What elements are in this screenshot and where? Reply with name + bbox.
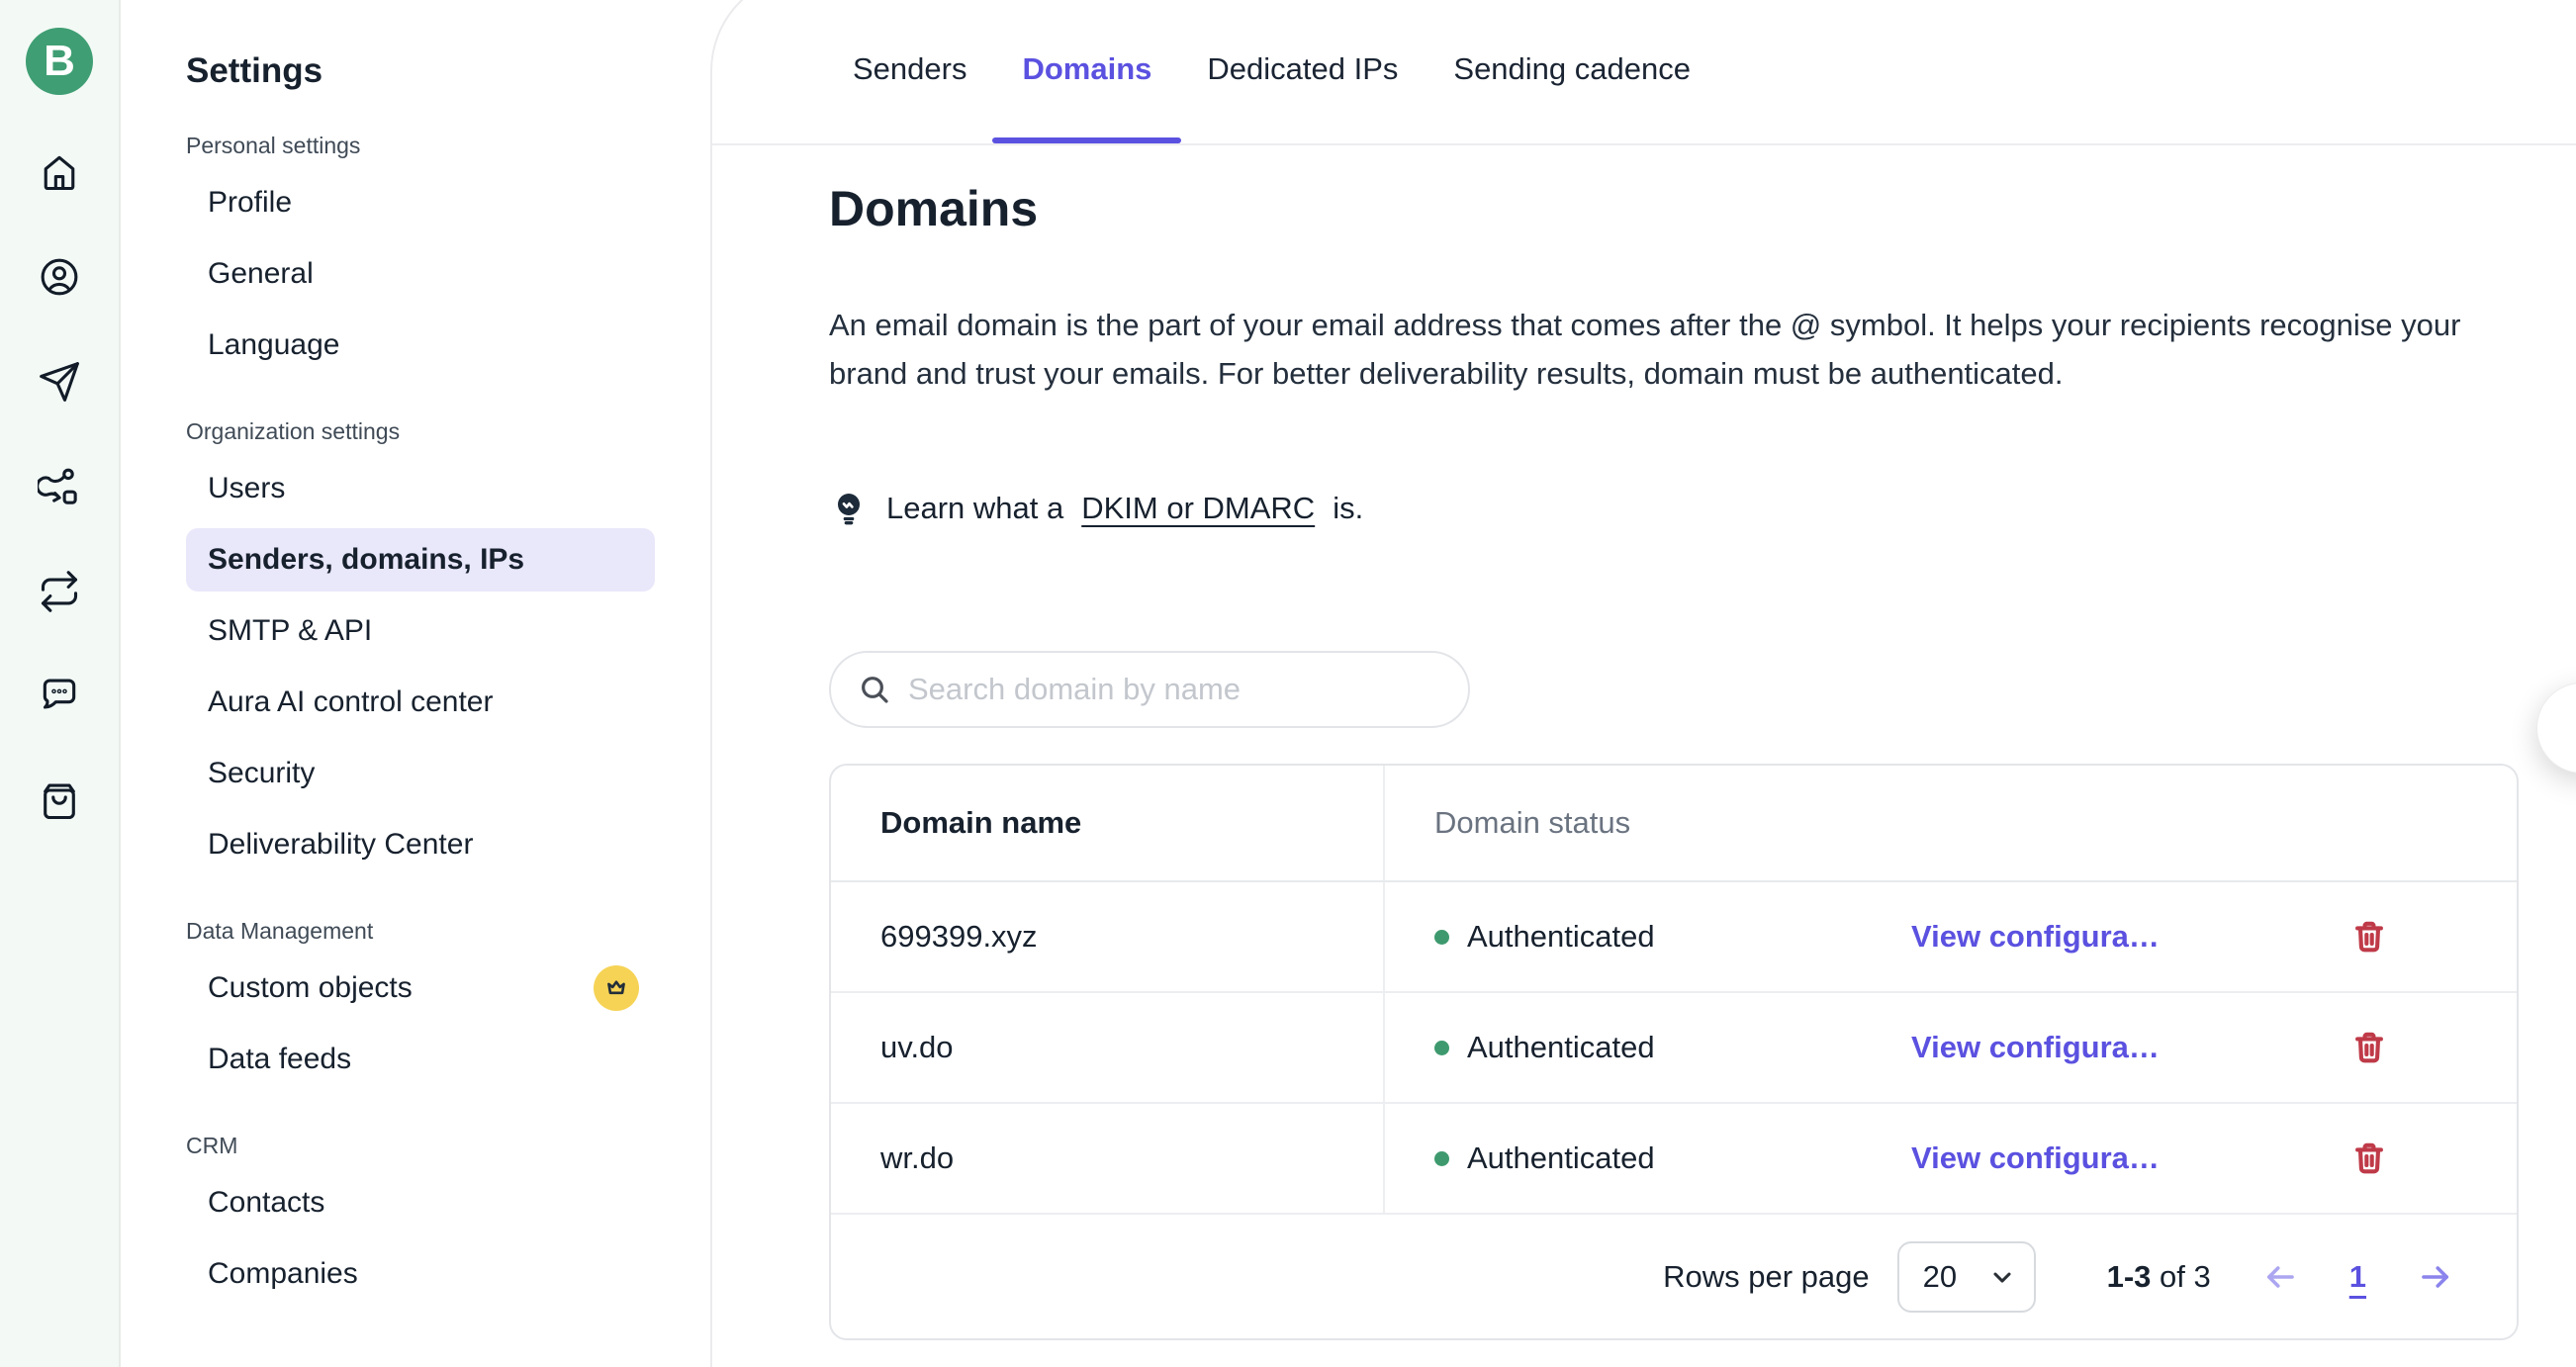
sidebar-item-custom-objects[interactable]: Custom objects [186, 957, 655, 1020]
main-panel: Senders Domains Dedicated IPs Sending ca… [712, 0, 2576, 1367]
ecommerce-bag-icon[interactable] [38, 779, 81, 823]
sidebar-title: Settings [186, 51, 712, 91]
column-domain-status: Domain status [1434, 805, 1630, 841]
tab-bar: Senders Domains Dedicated IPs Sending ca… [853, 51, 1691, 143]
contacts-icon[interactable] [38, 255, 81, 299]
sidebar-item-deliverability-center[interactable]: Deliverability Center [186, 813, 655, 876]
dkim-dmarc-link[interactable]: DKIM or DMARC [1081, 491, 1315, 526]
settings-sidebar: Settings Personal settings Profile Gener… [121, 0, 712, 1367]
sidebar-item-data-feeds[interactable]: Data feeds [186, 1028, 655, 1091]
page-description: An email domain is the part of your emai… [829, 301, 2461, 398]
campaigns-send-icon[interactable] [38, 360, 81, 404]
delete-domain-button[interactable] [2350, 1029, 2388, 1066]
section-label: Personal settings [186, 133, 712, 159]
sidebar-item-profile[interactable]: Profile [186, 171, 655, 234]
tab-bar-divider [712, 143, 2576, 145]
trash-icon [2350, 918, 2388, 956]
section-data-management: Data Management Custom objects Data feed… [186, 918, 712, 1091]
transactional-repeat-icon[interactable] [38, 570, 81, 613]
view-configuration-link[interactable]: View configura… [1911, 919, 2160, 955]
view-configuration-link[interactable]: View configura… [1911, 1140, 2160, 1176]
domains-table: Domain name Domain status 699399.xyz Aut… [829, 764, 2519, 1340]
section-personal-settings: Personal settings Profile General Langua… [186, 133, 712, 377]
next-page-button[interactable] [2418, 1259, 2453, 1295]
arrow-left-icon [2262, 1259, 2298, 1295]
floating-widget-button[interactable] [2536, 683, 2576, 774]
domain-name: 699399.xyz [880, 919, 1038, 955]
chevron-down-icon [1988, 1263, 2016, 1291]
column-domain-name: Domain name [880, 805, 1081, 841]
sidebar-item-general[interactable]: General [186, 242, 655, 306]
sidebar-item-aura-ai[interactable]: Aura AI control center [186, 671, 655, 734]
previous-page-button[interactable] [2262, 1259, 2298, 1295]
app-rail: B [0, 0, 121, 1367]
sidebar-item-senders-domains-ips[interactable]: Senders, domains, IPs [186, 528, 655, 592]
status-dot-icon [1434, 1151, 1449, 1166]
table-row: 699399.xyz Authenticated View configura… [831, 882, 2517, 993]
rows-per-page-label: Rows per page [1663, 1259, 1870, 1295]
section-organization-settings: Organization settings Users Senders, dom… [186, 418, 712, 876]
section-label: CRM [186, 1133, 712, 1159]
domains-content: Domains An email domain is the part of y… [829, 180, 2536, 1340]
section-crm: CRM Contacts Companies [186, 1133, 712, 1306]
sidebar-item-contacts[interactable]: Contacts [186, 1171, 655, 1234]
section-label: Data Management [186, 918, 712, 945]
sidebar-item-smtp-api[interactable]: SMTP & API [186, 599, 655, 663]
status-dot-icon [1434, 1041, 1449, 1055]
dkim-tip: Learn what a DKIM or DMARC is. [829, 489, 2536, 528]
lightbulb-icon [829, 489, 869, 528]
sidebar-item-users[interactable]: Users [186, 457, 655, 520]
automations-icon[interactable] [38, 465, 81, 508]
home-icon[interactable] [38, 150, 81, 194]
section-label: Organization settings [186, 418, 712, 445]
brevo-logo[interactable]: B [26, 28, 93, 95]
domain-status: Authenticated [1434, 1030, 1830, 1065]
search-icon [859, 674, 890, 705]
trash-icon [2350, 1029, 2388, 1066]
tab-sending-cadence[interactable]: Sending cadence [1453, 51, 1691, 143]
conversations-chat-icon[interactable] [38, 675, 81, 718]
sidebar-item-companies[interactable]: Companies [186, 1242, 655, 1306]
domain-status: Authenticated [1434, 1140, 1830, 1176]
view-configuration-link[interactable]: View configura… [1911, 1030, 2160, 1065]
tip-text: Learn what a [886, 491, 1063, 526]
search-input[interactable] [908, 672, 1440, 707]
tab-domains[interactable]: Domains [1022, 51, 1151, 143]
pagination-range: 1-3 of 3 [2107, 1259, 2211, 1295]
premium-crown-badge [594, 965, 639, 1011]
page-number-1[interactable]: 1 [2349, 1259, 2366, 1295]
table-row: uv.do Authenticated View configura… [831, 993, 2517, 1104]
delete-domain-button[interactable] [2350, 918, 2388, 956]
tab-dedicated-ips[interactable]: Dedicated IPs [1207, 51, 1398, 143]
domain-name: uv.do [880, 1030, 954, 1065]
table-header: Domain name Domain status [831, 766, 2517, 882]
trash-icon [2350, 1139, 2388, 1177]
rows-per-page-select[interactable]: 20 [1897, 1241, 2036, 1313]
domain-name: wr.do [880, 1140, 954, 1176]
tip-text: is. [1333, 491, 1363, 526]
crown-icon [603, 975, 629, 1001]
domain-search [829, 651, 1470, 728]
arrow-right-icon [2418, 1259, 2453, 1295]
sidebar-item-security[interactable]: Security [186, 742, 655, 805]
table-row: wr.do Authenticated View configura… [831, 1104, 2517, 1215]
status-dot-icon [1434, 930, 1449, 945]
delete-domain-button[interactable] [2350, 1139, 2388, 1177]
page-title: Domains [829, 180, 2536, 237]
sidebar-item-language[interactable]: Language [186, 314, 655, 377]
table-footer: Rows per page 20 1-3 of 3 1 [831, 1215, 2517, 1338]
tab-senders[interactable]: Senders [853, 51, 966, 143]
domain-status: Authenticated [1434, 919, 1830, 955]
